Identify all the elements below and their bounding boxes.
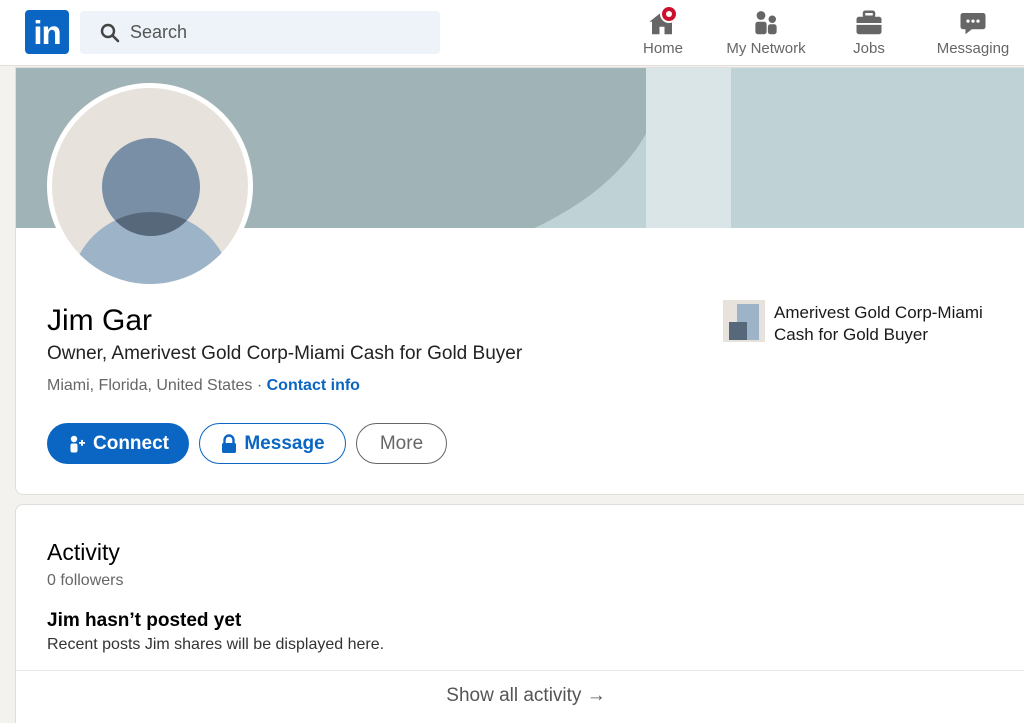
- company-name: Amerivest Gold Corp-Miami Cash for Gold …: [774, 303, 983, 344]
- chat-icon: [932, 6, 1014, 40]
- message-label: Message: [244, 432, 325, 454]
- linkedin-logo[interactable]: in: [25, 10, 69, 54]
- search-input[interactable]: [130, 11, 430, 54]
- profile-location-line: Miami, Florida, United States · Contact …: [47, 377, 360, 395]
- activity-title: Activity: [47, 539, 120, 565]
- nav-label-jobs: Jobs: [853, 40, 885, 57]
- message-button[interactable]: Message: [199, 423, 346, 464]
- lock-icon: [222, 433, 237, 453]
- notification-badge: [660, 5, 678, 23]
- search-icon: [100, 23, 120, 43]
- avatar[interactable]: [47, 83, 253, 289]
- divider: [16, 670, 1024, 671]
- profile-name: Jim Gar: [47, 304, 152, 337]
- connect-button[interactable]: Connect: [47, 423, 189, 464]
- more-button[interactable]: More: [356, 423, 447, 464]
- profile-card: Jim Gar Owner, Amerivest Gold Corp-Miami…: [15, 67, 1024, 495]
- show-all-activity-button[interactable]: Show all activity →: [16, 685, 1024, 707]
- nav-label-home: Home: [642, 40, 683, 57]
- profile-headline: Owner, Amerivest Gold Corp-Miami Cash fo…: [47, 343, 523, 364]
- profile-location: Miami, Florida, United States: [47, 377, 253, 394]
- followers-count[interactable]: 0 followers: [47, 572, 123, 590]
- top-nav: in Home My Network: [0, 0, 1024, 66]
- nav-item-messaging[interactable]: Messaging: [932, 4, 1014, 64]
- contact-info-link[interactable]: Contact info: [267, 377, 360, 394]
- search-box[interactable]: [80, 11, 440, 54]
- no-posts-description: Recent posts Jim shares will be displaye…: [47, 636, 385, 653]
- no-posts-title: Jim hasn’t posted yet: [47, 610, 242, 631]
- location-separator: ·: [252, 377, 267, 394]
- company-logo: [723, 300, 765, 342]
- activity-card: Activity 0 followers Jim hasn’t posted y…: [15, 504, 1024, 723]
- nav-item-my-network[interactable]: My Network: [722, 4, 810, 64]
- more-label: More: [379, 432, 424, 454]
- add-person-icon: [70, 435, 85, 452]
- briefcase-icon: [845, 6, 893, 40]
- nav-item-home[interactable]: Home: [638, 4, 688, 64]
- nav-label-my-network: My Network: [726, 40, 806, 57]
- home-icon: [638, 5, 688, 40]
- nav-label-messaging: Messaging: [936, 40, 1010, 57]
- people-icon: [722, 6, 810, 40]
- nav-item-jobs[interactable]: Jobs: [845, 4, 893, 64]
- connect-label: Connect: [93, 432, 169, 454]
